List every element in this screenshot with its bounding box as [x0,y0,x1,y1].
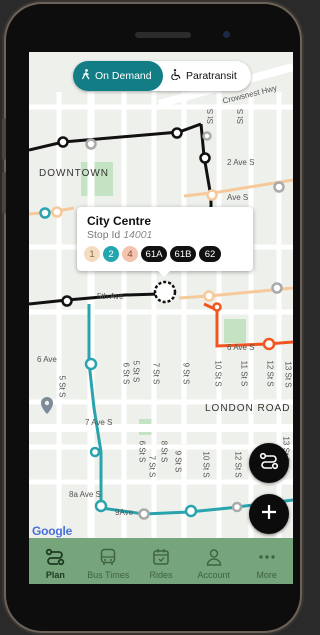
street-label: 12 St S [265,360,275,387]
on-demand-label: On Demand [95,70,152,82]
person-icon [205,548,223,570]
street-label: 10 St S [201,451,211,478]
street-label: 5th Ave [97,292,124,301]
mode-toggle[interactable]: On Demand Paratransit [73,61,251,91]
nav-item-plan[interactable]: Plan [29,538,82,584]
nav-label: Account [197,570,231,580]
map-area-label: DOWNTOWN [39,168,110,179]
street-label: 12 St S [233,451,243,478]
street-label: 6 St S [121,362,131,385]
add-button[interactable] [249,494,289,534]
bus-icon [99,548,117,570]
street-label: 8 St S [159,440,169,463]
walking-person-icon [81,69,91,83]
street-label: 13 St S [283,361,293,388]
stop-id-label: Stop Id [87,229,121,241]
street-label: Ave S [227,193,249,202]
street-label: 8a Ave S [69,490,101,499]
street-label: St S [236,108,246,125]
street-label: 2 Ave S [227,158,255,167]
stop-id-value: 14001 [123,229,153,241]
street-label: 9Ave [115,508,134,517]
nav-label: Rides [149,570,173,580]
street-label: 9 St S [173,450,183,473]
street-label: 5 St S [131,360,141,383]
app-screen: DOWNTOWN LONDON ROAD Crowsnest Hwy 2 Ave… [29,52,293,584]
street-label: 5 St S [57,375,67,398]
route-chip[interactable]: 2 [103,246,119,262]
nav-item-account[interactable]: Account [187,538,240,584]
park [224,319,246,343]
route-icon [259,452,279,475]
route-chips: 1 2 4 61A 61B 62 [84,246,221,262]
nav-item-bus-times[interactable]: Bus Times [82,538,135,584]
street-label: 7 St S [147,455,157,478]
street-label: 10 St S [213,360,223,387]
camera [223,31,230,38]
dots-icon [258,548,276,570]
stop-name: City Centre [87,214,152,228]
street-label: 9 St S [181,362,191,385]
street-label: 6 St S [137,440,147,463]
route-icon [45,548,65,570]
route-chip[interactable]: 61A [141,246,167,262]
trip-planner-button[interactable] [249,443,289,483]
speaker [135,32,191,38]
route-chip[interactable]: 4 [122,246,138,262]
nav-label: More [256,570,277,580]
route-chip[interactable]: 62 [199,246,221,262]
side-button [2,118,6,160]
map-area-label: LONDON ROAD [205,403,291,414]
on-demand-segment[interactable]: On Demand [73,61,163,91]
popup-pointer [157,270,171,277]
paratransit-segment[interactable]: Paratransit [163,61,245,91]
stop-info-popup[interactable]: City Centre Stop Id 14001 1 2 4 61A 61B … [77,207,253,277]
nav-label: Bus Times [87,570,130,580]
nav-label: Plan [45,570,65,580]
bottom-nav: Plan Bus Times Rides Account More [29,538,293,584]
street-label: 6 Ave [37,355,57,364]
route-chip[interactable]: 1 [84,246,100,262]
nav-item-rides[interactable]: Rides [135,538,188,584]
street-label: St S [206,108,216,125]
stop-id: Stop Id 14001 [87,229,152,241]
plus-icon [261,504,277,525]
street-label: 11 St S [239,360,249,387]
google-logo-text: Google [32,524,73,538]
calendar-icon [152,548,170,570]
street-label: 7 Ave S [85,418,113,427]
nav-item-more[interactable]: More [240,538,293,584]
google-attribution: Google [32,524,72,538]
wheelchair-icon [171,69,182,83]
street-label: 6 Ave S [227,343,255,352]
side-button [2,172,6,214]
route-chip[interactable]: 61B [170,246,196,262]
street-label: 7 St S [151,362,161,385]
paratransit-label: Paratransit [186,70,237,82]
